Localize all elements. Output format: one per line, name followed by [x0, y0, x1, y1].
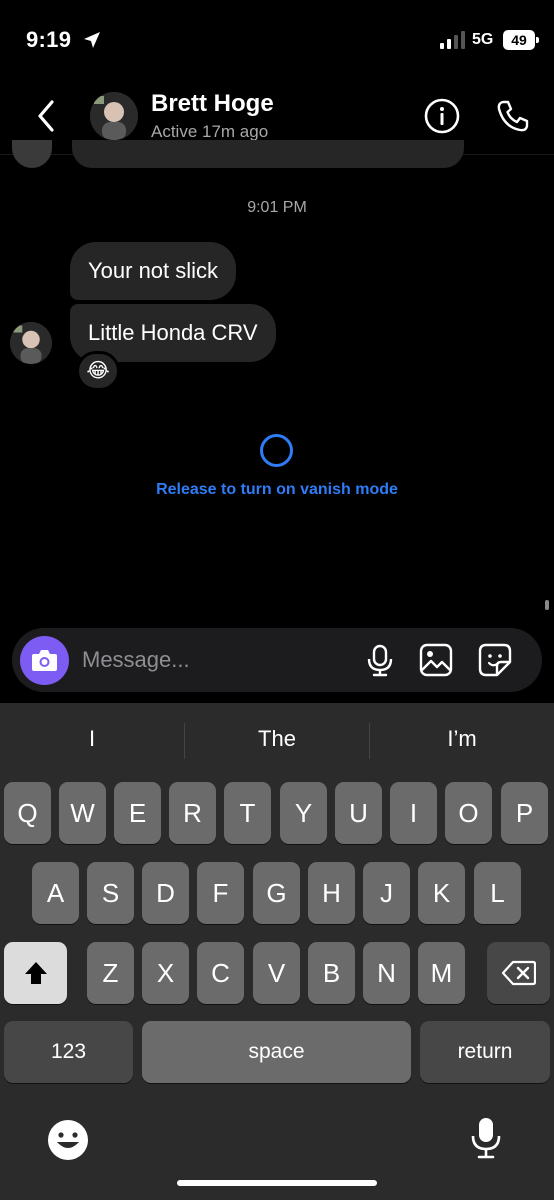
- key-g[interactable]: G: [253, 862, 300, 924]
- key-s[interactable]: S: [87, 862, 134, 924]
- key-k[interactable]: K: [418, 862, 465, 924]
- key-f[interactable]: F: [197, 862, 244, 924]
- suggestion-item[interactable]: The: [185, 726, 369, 752]
- info-icon[interactable]: [423, 97, 461, 135]
- key-l[interactable]: L: [474, 862, 521, 924]
- status-bar: 9:19 5G 49: [0, 0, 554, 80]
- battery-indicator: 49: [503, 30, 539, 50]
- shift-key[interactable]: [4, 942, 67, 1004]
- home-indicator[interactable]: [177, 1180, 377, 1186]
- gallery-icon[interactable]: [418, 642, 454, 678]
- key-r[interactable]: R: [169, 782, 216, 844]
- key-q[interactable]: Q: [4, 782, 51, 844]
- numbers-key[interactable]: 123: [4, 1021, 133, 1083]
- microphone-icon[interactable]: [362, 642, 398, 678]
- contact-status: Active 17m ago: [151, 122, 269, 141]
- vanish-mode-progress-icon: [260, 434, 293, 467]
- key-b[interactable]: B: [308, 942, 355, 1004]
- keyboard: I The I’m Q W E R T Y U I O P A S D F G …: [0, 703, 554, 1200]
- signal-icon: [440, 31, 465, 49]
- sticker-icon[interactable]: [477, 642, 513, 678]
- suggestion-item[interactable]: I’m: [370, 726, 554, 752]
- key-x[interactable]: X: [142, 942, 189, 1004]
- message-bubble[interactable]: Your not slick: [70, 242, 237, 300]
- contact-name[interactable]: Brett Hoge: [151, 90, 274, 118]
- message-bubble[interactable]: [72, 140, 464, 168]
- scrollbar[interactable]: [545, 600, 549, 610]
- key-c[interactable]: C: [197, 942, 244, 1004]
- key-u[interactable]: U: [335, 782, 382, 844]
- key-d[interactable]: D: [142, 862, 189, 924]
- camera-icon: [32, 650, 57, 671]
- key-j[interactable]: J: [363, 862, 410, 924]
- suggestion-item[interactable]: I: [0, 726, 184, 752]
- key-p[interactable]: P: [501, 782, 548, 844]
- message-composer: [12, 628, 542, 692]
- key-t[interactable]: T: [224, 782, 271, 844]
- back-chevron-icon[interactable]: [30, 96, 62, 136]
- key-n[interactable]: N: [363, 942, 410, 1004]
- dictation-icon[interactable]: [464, 1116, 508, 1160]
- vanish-mode-label: Release to turn on vanish mode: [156, 481, 398, 498]
- camera-button[interactable]: [20, 636, 69, 685]
- suggestion-bar: I The I’m: [0, 703, 554, 779]
- avatar[interactable]: [10, 322, 52, 364]
- network-type: 5G: [472, 31, 494, 48]
- key-e[interactable]: E: [114, 782, 161, 844]
- backspace-key[interactable]: [487, 942, 550, 1004]
- key-v[interactable]: V: [253, 942, 300, 1004]
- key-o[interactable]: O: [445, 782, 492, 844]
- emoji-icon[interactable]: [46, 1118, 90, 1162]
- key-z[interactable]: Z: [87, 942, 134, 1004]
- message-timestamp: 9:01 PM: [247, 199, 307, 216]
- phone-icon[interactable]: [494, 97, 532, 135]
- key-y[interactable]: Y: [280, 782, 327, 844]
- backspace-icon: [501, 960, 536, 986]
- key-m[interactable]: M: [418, 942, 465, 1004]
- avatar[interactable]: [90, 92, 138, 140]
- key-h[interactable]: H: [308, 862, 355, 924]
- shift-icon: [24, 962, 47, 984]
- message-input[interactable]: [82, 642, 342, 678]
- location-arrow-icon: [84, 32, 100, 48]
- key-i[interactable]: I: [390, 782, 437, 844]
- avatar: [12, 140, 52, 168]
- space-key[interactable]: space: [142, 1021, 411, 1083]
- reaction-badge[interactable]: 😂: [76, 351, 120, 391]
- key-w[interactable]: W: [59, 782, 106, 844]
- status-time: 9:19: [26, 27, 72, 52]
- key-a[interactable]: A: [32, 862, 79, 924]
- return-key[interactable]: return: [420, 1021, 550, 1083]
